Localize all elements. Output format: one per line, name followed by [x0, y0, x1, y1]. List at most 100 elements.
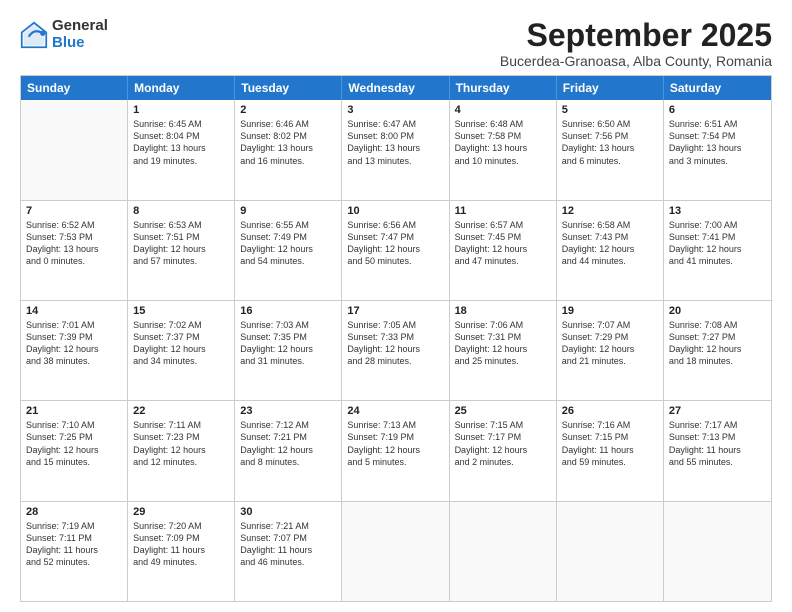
- calendar-cell: 29 Sunrise: 7:20 AM Sunset: 7:09 PM Dayli…: [128, 502, 235, 601]
- calendar-cell: 11Sunrise: 6:57 AM Sunset: 7:45 PM Dayli…: [450, 201, 557, 300]
- calendar-cell: [450, 502, 557, 601]
- calendar-cell: 19Sunrise: 7:07 AM Sunset: 7:29 PM Dayli…: [557, 301, 664, 400]
- calendar-cell: 15 Sunrise: 7:02 AM Sunset: 7:37 PM Dayli…: [128, 301, 235, 400]
- calendar-cell: [557, 502, 664, 601]
- day-info: Sunrise: 6:56 AM Sunset: 7:47 PM Dayligh…: [347, 219, 443, 268]
- calendar-cell: 10Sunrise: 6:56 AM Sunset: 7:47 PM Dayli…: [342, 201, 449, 300]
- calendar-row-1: 1 Sunrise: 6:45 AM Sunset: 8:04 PM Daylig…: [21, 100, 771, 199]
- calendar-cell: [21, 100, 128, 199]
- day-info: Sunrise: 6:53 AM Sunset: 7:51 PM Dayligh…: [133, 219, 229, 268]
- day-number: 22: [133, 405, 229, 417]
- header: General Blue September 2025 Bucerdea-Gra…: [20, 18, 772, 69]
- day-info: Sunrise: 6:46 AM Sunset: 8:02 PM Dayligh…: [240, 118, 336, 167]
- calendar-cell: 13Sunrise: 7:00 AM Sunset: 7:41 PM Dayli…: [664, 201, 771, 300]
- day-number: 26: [562, 405, 658, 417]
- calendar-cell: 7Sunrise: 6:52 AM Sunset: 7:53 PM Daylig…: [21, 201, 128, 300]
- day-info: Sunrise: 7:19 AM Sunset: 7:11 PM Dayligh…: [26, 520, 122, 569]
- day-info: Sunrise: 7:03 AM Sunset: 7:35 PM Dayligh…: [240, 319, 336, 368]
- title-location: Bucerdea-Granoasa, Alba County, Romania: [500, 53, 772, 69]
- header-tuesday: Tuesday: [235, 76, 342, 100]
- day-number: 30: [240, 506, 336, 518]
- calendar-cell: 23 Sunrise: 7:12 AM Sunset: 7:21 PM Dayli…: [235, 401, 342, 500]
- day-number: 14: [26, 305, 122, 317]
- calendar-cell: 21 Sunrise: 7:10 AM Sunset: 7:25 PM Dayli…: [21, 401, 128, 500]
- day-info: Sunrise: 7:15 AM Sunset: 7:17 PM Dayligh…: [455, 419, 551, 468]
- day-info: Sunrise: 7:08 AM Sunset: 7:27 PM Dayligh…: [669, 319, 766, 368]
- header-saturday: Saturday: [664, 76, 771, 100]
- day-number: 7: [26, 205, 122, 217]
- day-number: 8: [133, 205, 229, 217]
- day-number: 25: [455, 405, 551, 417]
- day-info: Sunrise: 7:06 AM Sunset: 7:31 PM Dayligh…: [455, 319, 551, 368]
- day-number: 20: [669, 305, 766, 317]
- day-info: Sunrise: 7:11 AM Sunset: 7:23 PM Dayligh…: [133, 419, 229, 468]
- header-friday: Friday: [557, 76, 664, 100]
- calendar-cell: 28Sunrise: 7:19 AM Sunset: 7:11 PM Dayli…: [21, 502, 128, 601]
- day-number: 5: [562, 104, 658, 116]
- day-number: 3: [347, 104, 443, 116]
- day-info: Sunrise: 7:00 AM Sunset: 7:41 PM Dayligh…: [669, 219, 766, 268]
- day-number: 15: [133, 305, 229, 317]
- logo-icon: [20, 21, 48, 49]
- day-info: Sunrise: 6:51 AM Sunset: 7:54 PM Dayligh…: [669, 118, 766, 167]
- day-number: 6: [669, 104, 766, 116]
- calendar-cell: 5 Sunrise: 6:50 AM Sunset: 7:56 PM Daylig…: [557, 100, 664, 199]
- calendar-cell: 9 Sunrise: 6:55 AM Sunset: 7:49 PM Daylig…: [235, 201, 342, 300]
- calendar-row-2: 7Sunrise: 6:52 AM Sunset: 7:53 PM Daylig…: [21, 200, 771, 300]
- title-month: September 2025: [500, 18, 772, 53]
- day-info: Sunrise: 7:12 AM Sunset: 7:21 PM Dayligh…: [240, 419, 336, 468]
- day-info: Sunrise: 6:47 AM Sunset: 8:00 PM Dayligh…: [347, 118, 443, 167]
- calendar: Sunday Monday Tuesday Wednesday Thursday…: [20, 75, 772, 602]
- calendar-header: Sunday Monday Tuesday Wednesday Thursday…: [21, 76, 771, 100]
- day-info: Sunrise: 7:01 AM Sunset: 7:39 PM Dayligh…: [26, 319, 122, 368]
- day-number: 21: [26, 405, 122, 417]
- calendar-cell: 12 Sunrise: 6:58 AM Sunset: 7:43 PM Dayli…: [557, 201, 664, 300]
- calendar-cell: [664, 502, 771, 601]
- calendar-cell: 18 Sunrise: 7:06 AM Sunset: 7:31 PM Dayli…: [450, 301, 557, 400]
- calendar-cell: 17Sunrise: 7:05 AM Sunset: 7:33 PM Dayli…: [342, 301, 449, 400]
- day-number: 29: [133, 506, 229, 518]
- calendar-row-5: 28Sunrise: 7:19 AM Sunset: 7:11 PM Dayli…: [21, 501, 771, 601]
- header-sunday: Sunday: [21, 76, 128, 100]
- title-block: September 2025 Bucerdea-Granoasa, Alba C…: [500, 18, 772, 69]
- day-info: Sunrise: 6:55 AM Sunset: 7:49 PM Dayligh…: [240, 219, 336, 268]
- calendar-cell: 20 Sunrise: 7:08 AM Sunset: 7:27 PM Dayli…: [664, 301, 771, 400]
- calendar-cell: 30 Sunrise: 7:21 AM Sunset: 7:07 PM Dayli…: [235, 502, 342, 601]
- day-number: 23: [240, 405, 336, 417]
- day-info: Sunrise: 7:20 AM Sunset: 7:09 PM Dayligh…: [133, 520, 229, 569]
- calendar-cell: 14 Sunrise: 7:01 AM Sunset: 7:39 PM Dayli…: [21, 301, 128, 400]
- day-info: Sunrise: 7:07 AM Sunset: 7:29 PM Dayligh…: [562, 319, 658, 368]
- calendar-cell: 4Sunrise: 6:48 AM Sunset: 7:58 PM Daylig…: [450, 100, 557, 199]
- day-info: Sunrise: 7:13 AM Sunset: 7:19 PM Dayligh…: [347, 419, 443, 468]
- calendar-cell: 6 Sunrise: 6:51 AM Sunset: 7:54 PM Daylig…: [664, 100, 771, 199]
- day-info: Sunrise: 6:50 AM Sunset: 7:56 PM Dayligh…: [562, 118, 658, 167]
- day-number: 1: [133, 104, 229, 116]
- day-info: Sunrise: 6:58 AM Sunset: 7:43 PM Dayligh…: [562, 219, 658, 268]
- calendar-body: 1 Sunrise: 6:45 AM Sunset: 8:04 PM Daylig…: [21, 100, 771, 601]
- calendar-cell: 16 Sunrise: 7:03 AM Sunset: 7:35 PM Dayli…: [235, 301, 342, 400]
- calendar-cell: 26 Sunrise: 7:16 AM Sunset: 7:15 PM Dayli…: [557, 401, 664, 500]
- day-number: 17: [347, 305, 443, 317]
- day-number: 4: [455, 104, 551, 116]
- header-thursday: Thursday: [450, 76, 557, 100]
- day-number: 27: [669, 405, 766, 417]
- day-info: Sunrise: 7:02 AM Sunset: 7:37 PM Dayligh…: [133, 319, 229, 368]
- header-monday: Monday: [128, 76, 235, 100]
- day-info: Sunrise: 7:21 AM Sunset: 7:07 PM Dayligh…: [240, 520, 336, 569]
- calendar-cell: 8 Sunrise: 6:53 AM Sunset: 7:51 PM Daylig…: [128, 201, 235, 300]
- day-info: Sunrise: 6:45 AM Sunset: 8:04 PM Dayligh…: [133, 118, 229, 167]
- calendar-cell: 3 Sunrise: 6:47 AM Sunset: 8:00 PM Daylig…: [342, 100, 449, 199]
- calendar-cell: 27Sunrise: 7:17 AM Sunset: 7:13 PM Dayli…: [664, 401, 771, 500]
- day-number: 16: [240, 305, 336, 317]
- day-info: Sunrise: 7:16 AM Sunset: 7:15 PM Dayligh…: [562, 419, 658, 468]
- calendar-cell: 2Sunrise: 6:46 AM Sunset: 8:02 PM Daylig…: [235, 100, 342, 199]
- calendar-cell: 24Sunrise: 7:13 AM Sunset: 7:19 PM Dayli…: [342, 401, 449, 500]
- day-info: Sunrise: 7:10 AM Sunset: 7:25 PM Dayligh…: [26, 419, 122, 468]
- day-number: 9: [240, 205, 336, 217]
- calendar-cell: [342, 502, 449, 601]
- calendar-row-3: 14 Sunrise: 7:01 AM Sunset: 7:39 PM Dayli…: [21, 300, 771, 400]
- calendar-cell: 22 Sunrise: 7:11 AM Sunset: 7:23 PM Dayli…: [128, 401, 235, 500]
- day-number: 12: [562, 205, 658, 217]
- day-number: 18: [455, 305, 551, 317]
- logo-general-text: General: [52, 18, 108, 35]
